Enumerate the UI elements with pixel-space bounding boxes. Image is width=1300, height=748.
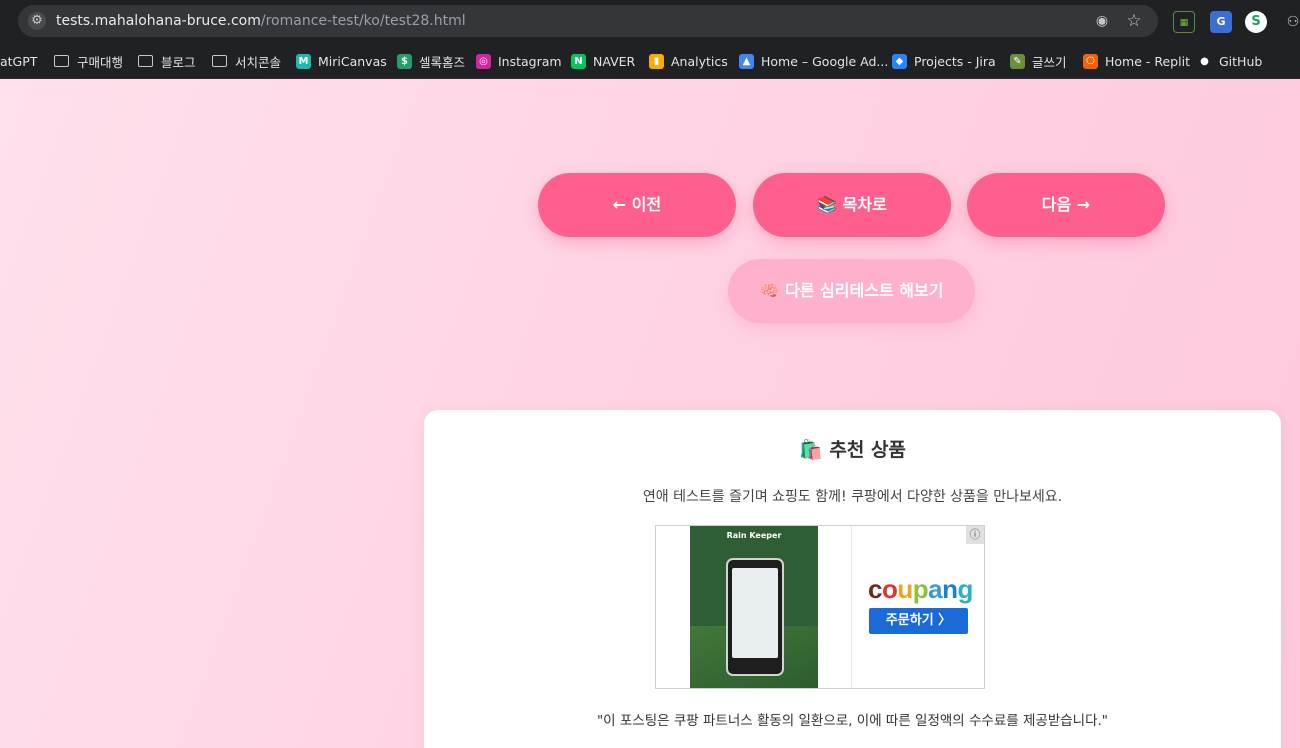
- address-bar[interactable]: ⚙ tests.mahalohana-bruce.com/romance-tes…: [18, 5, 1158, 37]
- ad-product-image[interactable]: Rain Keeper: [690, 526, 818, 688]
- recommend-title: 🛍️ 추천 상품: [799, 439, 906, 461]
- miricanvas-icon: M: [296, 53, 311, 69]
- order-button[interactable]: 주문하기 〉: [869, 608, 968, 634]
- bookmark-item[interactable]: ● GitHub: [1197, 52, 1262, 70]
- recommend-description: 연애 테스트를 즐기며 쇼핑도 함께! 쿠팡에서 다양한 상품을 만나보세요.: [642, 489, 1063, 505]
- info-icon[interactable]: ⓘ: [966, 526, 984, 544]
- bookmark-item[interactable]: ▲ Home – Google Ad...: [739, 52, 888, 70]
- bookmark-label: NAVER: [593, 53, 636, 69]
- recommend-card: 🛍️ 추천 상품 연애 테스트를 즐기며 쇼핑도 함께! 쿠팡에서 다양한 상품…: [424, 410, 1281, 748]
- next-button[interactable]: 다음 →: [967, 173, 1165, 237]
- bookmark-item[interactable]: ▮ Analytics: [649, 52, 728, 70]
- bookmark-label: MiriCanvas: [318, 53, 387, 69]
- bookmark-label: 블로그: [161, 54, 196, 70]
- translate-extension-icon[interactable]: G: [1210, 11, 1232, 33]
- star-icon[interactable]: ☆: [1124, 11, 1144, 31]
- bookmark-item[interactable]: 블로그: [138, 52, 196, 70]
- prev-button[interactable]: ← 이전: [538, 173, 736, 237]
- toc-button[interactable]: 📚 목차로: [753, 173, 951, 237]
- naver-icon: N: [571, 53, 586, 69]
- folder-icon: [138, 55, 153, 67]
- url-host: tests.mahalohana-bruce.com: [56, 13, 261, 29]
- analytics-icon: ▮: [649, 53, 664, 69]
- extensions-menu-icon[interactable]: ⚇: [1282, 11, 1300, 33]
- bookmark-item[interactable]: M MiriCanvas: [296, 52, 387, 70]
- url-path: /romance-test/ko/test28.html: [260, 13, 466, 29]
- bookmark-label: Instagram: [498, 53, 562, 69]
- bookmark-item[interactable]: 서치콘솔: [212, 52, 281, 70]
- bookmark-item[interactable]: ⎔ Home - Replit: [1083, 52, 1190, 70]
- bookmark-label: Projects - Jira: [914, 53, 996, 69]
- google-ads-icon: ▲: [739, 53, 754, 69]
- bookmark-label: Home – Google Ad...: [761, 53, 889, 69]
- tune-icon[interactable]: ⚙: [28, 12, 46, 30]
- bookmark-item[interactable]: N NAVER: [571, 52, 635, 70]
- bookmark-label: Analytics: [671, 53, 728, 69]
- bookmark-item[interactable]: atGPT: [0, 52, 37, 70]
- folder-icon: [54, 55, 69, 67]
- bookmark-label: 서치콘솔: [235, 54, 282, 70]
- phone-screen: [732, 568, 778, 658]
- s-extension-icon[interactable]: S: [1245, 11, 1267, 33]
- browser-toolbar: ⚙ tests.mahalohana-bruce.com/romance-tes…: [0, 0, 1300, 42]
- github-icon: ●: [1200, 55, 1209, 67]
- bookmarks-bar: atGPT 구매대행 블로그 서치콘솔 M MiriCanvas $ 셀록홈즈 ◎ Instagr…: [0, 42, 1300, 79]
- phone-image: [726, 558, 784, 676]
- bookmark-item[interactable]: $ 셀록홈즈: [397, 52, 465, 70]
- bookmark-item[interactable]: 구매대행: [54, 52, 123, 70]
- bookmark-item[interactable]: ◆ Projects - Jira: [892, 52, 996, 70]
- extension-icon[interactable]: ▦: [1173, 11, 1195, 33]
- url-text[interactable]: tests.mahalohana-bruce.com/romance-test/…: [56, 12, 466, 30]
- bookmark-label: GitHub: [1219, 53, 1263, 69]
- bookmark-label: 셀록홈즈: [419, 54, 466, 70]
- instagram-icon: ◎: [476, 53, 491, 69]
- bookmark-item[interactable]: ◎ Instagram: [476, 52, 562, 70]
- page-content: ← 이전 📚 목차로 다음 → 🧠 다른 심리테스트 해보기 🛍️ 추천 상품 …: [0, 79, 1300, 748]
- jira-icon: ◆: [892, 53, 907, 69]
- partners-disclaimer: "이 포스팅은 쿠팡 파트너스 활동의 일환으로, 이에 따른 일정액의 수수료…: [596, 713, 1109, 729]
- coupang-ad[interactable]: Rain Keeper coupang 주문하기 〉 ⓘ: [655, 525, 985, 689]
- bookmark-label: 구매대행: [77, 54, 124, 70]
- writing-icon: ✎: [1010, 53, 1025, 69]
- bookmark-item[interactable]: ✎ 글쓰기: [1010, 52, 1067, 70]
- sellock-icon: $: [397, 53, 412, 69]
- ad-image-title: Rain Keeper: [726, 531, 782, 540]
- replit-icon: ⎔: [1083, 53, 1098, 69]
- bookmark-label: 글쓰기: [1032, 54, 1067, 70]
- ad-divider: [851, 526, 852, 688]
- bookmark-label: Home - Replit: [1105, 53, 1190, 69]
- bookmark-label: atGPT: [0, 53, 38, 69]
- coupang-logo[interactable]: coupang: [868, 574, 973, 605]
- other-tests-button[interactable]: 🧠 다른 심리테스트 해보기: [728, 259, 975, 323]
- eye-icon[interactable]: ◉: [1092, 12, 1112, 30]
- folder-icon: [212, 55, 227, 67]
